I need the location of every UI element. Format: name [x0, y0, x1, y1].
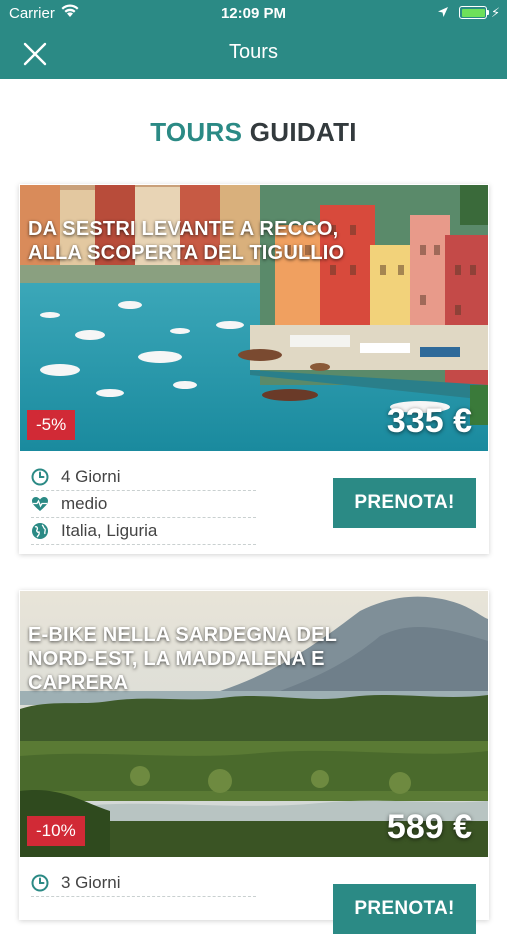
duration-label: 3 Giorni	[61, 873, 121, 892]
heading-part-2: GUIDATI	[249, 117, 357, 147]
duration-row: 4 Giorni	[31, 464, 256, 491]
tour-photo-sardinia[interactable]: E-BIKE NELLA SARDEGNA DEL NORD-EST, LA M…	[20, 591, 488, 857]
heartbeat-icon	[32, 497, 48, 511]
battery-tip	[487, 10, 489, 15]
discount-badge: -10%	[27, 816, 85, 846]
book-button[interactable]: PRENOTA!	[333, 478, 476, 528]
tour-title[interactable]: DA SESTRI LEVANTE A RECCO, ALLA SCOPERTA…	[28, 217, 378, 265]
page-heading: TOURS GUIDATI	[0, 117, 507, 148]
book-button[interactable]: PRENOTA!	[333, 884, 476, 934]
charging-icon: ⚡	[491, 5, 501, 20]
clock: 12:09 PM	[220, 5, 287, 22]
top-bar: Carrier 12:09 PM ⚡ Tours	[0, 0, 507, 79]
clock-icon	[31, 874, 49, 892]
tour-price: 589 €	[386, 808, 472, 846]
tour-price: 335 €	[386, 402, 472, 440]
battery-icon	[459, 6, 487, 19]
location-label: Italia, Liguria	[61, 521, 158, 540]
tour-card[interactable]: E-BIKE NELLA SARDEGNA DEL NORD-EST, LA M…	[19, 590, 489, 934]
tour-photo-portofino[interactable]: DA SESTRI LEVANTE A RECCO, ALLA SCOPERTA…	[20, 185, 488, 451]
tour-info-list: 3 Giorni	[31, 870, 256, 897]
status-bar: Carrier 12:09 PM ⚡	[0, 0, 507, 28]
location-arrow-icon	[438, 7, 448, 17]
discount-badge: -5%	[27, 410, 76, 440]
nav-title: Tours	[229, 41, 278, 63]
nav-bar: Tours	[0, 28, 507, 79]
difficulty-row: medio	[31, 491, 256, 518]
tour-title[interactable]: E-BIKE NELLA SARDEGNA DEL NORD-EST, LA M…	[28, 623, 378, 695]
location-row: Italia, Liguria	[31, 518, 256, 545]
duration-row: 3 Giorni	[31, 870, 256, 897]
clock-icon	[31, 468, 49, 486]
tour-card[interactable]: DA SESTRI LEVANTE A RECCO, ALLA SCOPERTA…	[19, 184, 489, 554]
tour-info-list: 4 Giorni medio Italia, Liguria	[31, 464, 256, 545]
globe-icon	[32, 523, 48, 539]
heading-part-1: TOURS	[150, 117, 243, 147]
difficulty-label: medio	[61, 494, 108, 513]
duration-label: 4 Giorni	[61, 467, 121, 486]
